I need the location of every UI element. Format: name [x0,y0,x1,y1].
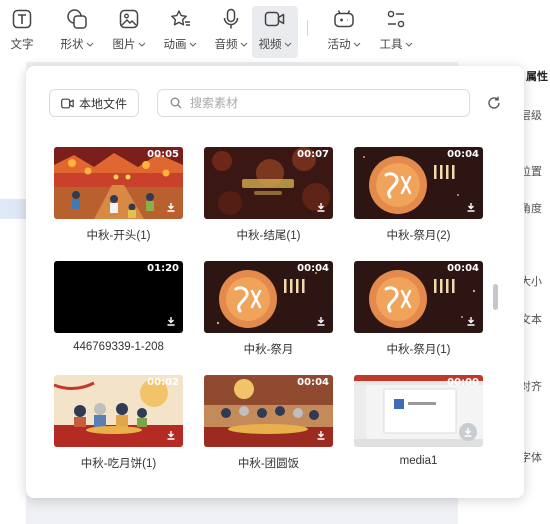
tool-video[interactable]: 视频 [252,6,298,58]
chevron-down-icon [86,42,93,47]
chevron-down-icon [353,42,360,47]
video-thumbnail[interactable]: 00:07 [204,147,333,219]
download-button[interactable] [459,423,477,441]
tool-image-label: 图片 [112,39,136,51]
video-card-2[interactable]: 00:07 中秋-结尾(1) [204,147,333,243]
video-thumbnail[interactable]: 00:05 [54,147,183,219]
download-icon[interactable] [466,316,476,326]
tool-animation-label: 动画 [163,39,187,51]
video-thumbnail[interactable]: 00:04 [354,261,483,333]
tool-text[interactable]: 文字 [7,6,37,58]
video-duration: 00:04 [447,263,479,274]
video-card-4[interactable]: 01:20 446769339-1-208 [54,261,183,353]
chevron-down-icon [284,42,291,47]
download-icon[interactable] [316,430,326,440]
download-icon [464,428,472,437]
local-file-label: 本地文件 [78,96,127,111]
tool-audio-label: 音频 [214,39,238,51]
selection-highlight [0,199,26,219]
search-box[interactable] [157,89,470,117]
video-thumbnail[interactable]: 00:00 [354,375,483,447]
download-icon[interactable] [166,316,176,326]
chevron-down-icon [189,42,196,47]
image-icon [118,8,140,30]
video-card-8[interactable]: 00:04 中秋-团圆饭 [204,375,333,471]
local-file-button[interactable]: 本地文件 [49,89,139,117]
microphone-icon [220,8,242,30]
video-title: 中秋-结尾(1) [236,230,301,242]
video-title: 中秋-祭月(1) [386,344,451,356]
video-title: 中秋-团圆饭 [237,458,300,470]
video-card-1[interactable]: 00:05 中秋-开头(1) [54,147,183,243]
canvas-left-area [0,62,26,524]
video-card-7[interactable]: 00:02 中秋-吃月饼(1) [54,375,183,471]
video-thumbnail[interactable]: 00:04 [354,147,483,219]
video-duration: 00:00 [447,377,479,388]
chevron-down-icon [405,42,412,47]
video-library-popover: 本地文件 00:05 中秋-开头(1) [26,66,524,498]
video-camera-icon [264,8,286,30]
properties-title: 属性 [526,71,548,83]
video-title: 中秋-祭月 [243,344,294,356]
download-icon[interactable] [466,202,476,212]
video-duration: 00:02 [147,377,179,388]
download-icon[interactable] [316,316,326,326]
video-camera-icon [61,98,74,108]
download-icon[interactable] [166,430,176,440]
video-thumbnail[interactable]: 01:20 [54,261,183,333]
download-icon[interactable] [166,202,176,212]
chevron-down-icon [240,42,247,47]
tool-image[interactable]: 图片 [110,6,148,58]
activity-icon [333,8,355,30]
scrollbar-thumb[interactable] [493,284,498,310]
video-title: 中秋-吃月饼(1) [80,458,157,470]
tool-video-label: 视频 [258,39,282,51]
tools-icon [385,8,407,30]
video-card-3[interactable]: 00:04 中秋-祭月(2) [354,147,483,243]
tool-animation[interactable]: 动画 [161,6,199,58]
video-duration: 00:04 [297,377,329,388]
video-duration: 00:07 [297,149,329,160]
video-card-6[interactable]: 00:04 中秋-祭月(1) [354,261,483,357]
animation-stars-icon [169,8,191,30]
tool-activity-label: 活动 [327,39,351,51]
video-duration: 00:05 [147,149,179,160]
tool-activity[interactable]: 活动 [325,6,363,58]
top-toolbar: 文字 形状 图片 动画 音频 视频 活动 工具 [0,0,550,62]
video-title: media1 [399,455,438,467]
video-thumbnail[interactable]: 00:04 [204,261,333,333]
tool-text-label: 文字 [10,39,34,51]
video-duration: 00:04 [447,149,479,160]
tool-shape-label: 形状 [60,39,84,51]
shape-icon [66,8,88,30]
video-title: 446769339-1-208 [73,341,164,353]
video-duration: 00:04 [297,263,329,274]
search-input[interactable] [188,95,452,111]
video-thumbnail[interactable]: 00:04 [204,375,333,447]
video-thumbnail[interactable]: 00:02 [54,375,183,447]
refresh-icon[interactable] [486,95,502,111]
video-card-5[interactable]: 00:04 中秋-祭月 [204,261,333,357]
video-card-9[interactable]: 00:00 media1 [354,375,483,467]
toolbar-divider [307,20,308,36]
video-title: 中秋-祭月(2) [386,230,451,242]
text-icon [11,8,33,30]
search-icon [170,97,182,109]
video-duration: 01:20 [147,263,179,274]
download-icon[interactable] [316,202,326,212]
tool-audio[interactable]: 音频 [212,6,250,58]
chevron-down-icon [138,42,145,47]
tool-shape[interactable]: 形状 [58,6,96,58]
tool-tools-label: 工具 [379,39,403,51]
tool-tools[interactable]: 工具 [377,6,415,58]
video-title: 中秋-开头(1) [86,230,151,242]
